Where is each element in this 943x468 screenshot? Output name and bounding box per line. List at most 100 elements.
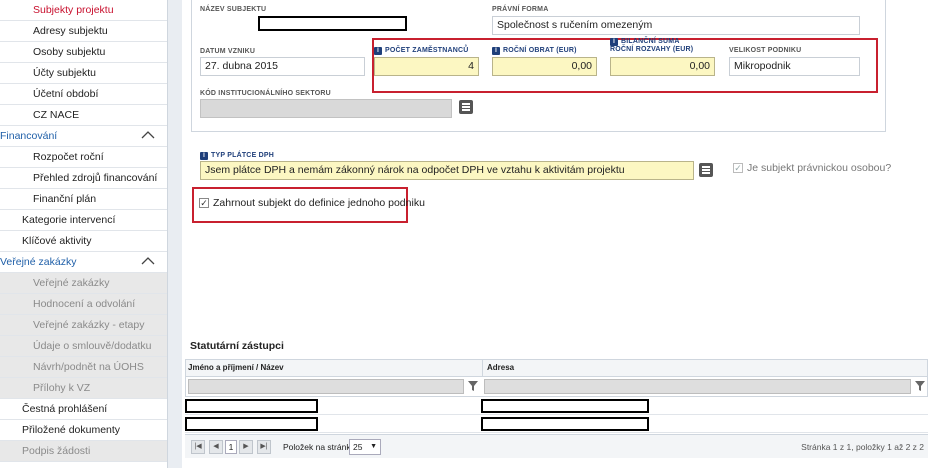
- table-row[interactable]: [185, 397, 928, 415]
- pager-summary: Stránka 1 z 1, položky 1 až 2 z 2: [801, 442, 924, 452]
- chevron-up-icon[interactable]: [141, 128, 155, 142]
- info-icon: i: [200, 152, 208, 160]
- sidebar-item-label: Kategorie intervencí: [22, 214, 116, 226]
- bilancni-label-line1: BILANČNÍ SUMA: [621, 38, 680, 45]
- sidebar-item-label: Návrh/podnět na ÚOHS: [33, 361, 144, 373]
- sidebar-item-5[interactable]: CZ NACE: [0, 105, 167, 126]
- sidebar-item-17: Návrh/podnět na ÚOHS: [0, 357, 167, 378]
- column-header-address[interactable]: Adresa: [482, 360, 514, 376]
- sidebar-item-12[interactable]: Veřejné zakázky: [0, 252, 167, 273]
- pravni-forma-field[interactable]: Společnost s ručením omezeným: [492, 16, 860, 35]
- sidebar-item-11[interactable]: Klíčové aktivity: [0, 231, 167, 252]
- sidebar-item-15: Veřejné zakázky - etapy: [0, 315, 167, 336]
- pager: |◀ ◀ 1 ▶ ▶| Položek na stránku 25 ▼ Strán…: [185, 434, 928, 458]
- sidebar-item-label: Financování: [0, 130, 58, 142]
- sidebar-item-label: Přiložené dokumenty: [22, 424, 121, 436]
- sidebar-item-label: Přehled zdrojů financování: [33, 172, 158, 184]
- kod-field: [200, 99, 452, 118]
- sidebar-item-label: Subjekty projektu: [33, 4, 114, 16]
- last-page-button[interactable]: ▶|: [257, 440, 271, 454]
- sidebar-item-7[interactable]: Rozpočet roční: [0, 147, 167, 168]
- page-size-value: 25: [353, 442, 363, 452]
- prev-page-button[interactable]: ◀: [209, 440, 223, 454]
- typ-dph-label-text: TYP PLÁTCE DPH: [211, 152, 274, 159]
- info-icon: i: [374, 47, 382, 55]
- funnel-icon[interactable]: [468, 381, 478, 391]
- sidebar: Subjekty projektu Adresy subjektu Osoby su…: [0, 0, 168, 468]
- sidebar-item-label: Rozpočet roční: [33, 151, 104, 163]
- next-page-button[interactable]: ▶: [239, 440, 253, 454]
- zahrnout-checkbox[interactable]: ✓: [199, 198, 209, 208]
- redacted-address: [481, 399, 649, 413]
- chevron-up-icon[interactable]: [141, 254, 155, 268]
- sidebar-item-10[interactable]: Kategorie intervencí: [0, 210, 167, 231]
- filter-row: [185, 377, 928, 397]
- column-header-name[interactable]: Jméno a příjmení / Název: [186, 360, 284, 376]
- pravnicka-label: Je subjekt právnickou osobou?: [747, 162, 892, 174]
- pocet-field[interactable]: 4: [374, 57, 479, 76]
- velikost-field: Mikropodnik: [729, 57, 860, 76]
- sidebar-item-8[interactable]: Přehled zdrojů financování: [0, 168, 167, 189]
- sidebar-item-14: Hodnocení a odvolání: [0, 294, 167, 315]
- kod-label: KÓD INSTITUCIONÁLNÍHO SEKTORU: [200, 90, 331, 97]
- table-header: Jméno a příjmení / Název Adresa: [185, 359, 928, 377]
- subject-panel: NÁZEV SUBJEKTU PRÁVNÍ FORMA Společnost s…: [191, 0, 886, 132]
- pravnicka-checkbox: ✓: [733, 163, 743, 173]
- page-size-label: Položek na stránku: [283, 442, 356, 452]
- obrat-label-text: ROČNÍ OBRAT (EUR): [503, 47, 577, 54]
- velikost-label: VELIKOST PODNIKU: [729, 47, 802, 54]
- sidebar-item-label: Klíčové aktivity: [22, 235, 92, 247]
- sidebar-item-0[interactable]: Subjekty projektu: [0, 0, 167, 21]
- sidebar-item-18: Přílohy k VZ: [0, 378, 167, 399]
- sidebar-item-9[interactable]: Finanční plán: [0, 189, 167, 210]
- sidebar-item-label: Údaje o smlouvě/dodatku: [33, 340, 152, 352]
- nazev-redacted-field[interactable]: [258, 16, 407, 31]
- bilancni-field[interactable]: 0,00: [610, 57, 715, 76]
- first-page-button[interactable]: |◀: [191, 440, 205, 454]
- sidebar-item-label: Přílohy k VZ: [33, 382, 91, 394]
- datum-field[interactable]: 27. dubna 2015: [200, 57, 365, 76]
- list-icon[interactable]: [699, 163, 713, 177]
- info-icon: i: [492, 47, 500, 55]
- obrat-field[interactable]: 0,00: [492, 57, 597, 76]
- sidebar-item-label: Veřejné zakázky: [0, 256, 77, 268]
- sidebar-item-4[interactable]: Účetní období: [0, 84, 167, 105]
- obrat-label: i ROČNÍ OBRAT (EUR): [492, 47, 577, 55]
- sidebar-item-label: Hodnocení a odvolání: [33, 298, 136, 310]
- sidebar-item-3[interactable]: Účty subjektu: [0, 63, 167, 84]
- bilancni-label-line2: ROČNÍ ROZVAHY (EUR): [610, 46, 694, 53]
- sidebar-item-label: Veřejné zakázky - etapy: [33, 319, 145, 331]
- sidebar-item-2[interactable]: Osoby subjektu: [0, 42, 167, 63]
- sidebar-item-16: Údaje o smlouvě/dodatku: [0, 336, 167, 357]
- sidebar-item-13: Veřejné zakázky: [0, 273, 167, 294]
- sidebar-item-21: Podpis žádosti: [0, 441, 167, 462]
- pocet-label: i POČET ZAMĚSTNANCŮ: [374, 47, 469, 55]
- nazev-label: NÁZEV SUBJEKTU: [200, 6, 267, 13]
- redacted-name: [185, 417, 318, 431]
- table-row[interactable]: [185, 415, 928, 433]
- filter-address-input[interactable]: [484, 379, 911, 394]
- sidebar-item-label: Podpis žádosti: [22, 445, 91, 457]
- sidebar-item-1[interactable]: Adresy subjektu: [0, 21, 167, 42]
- info-icon: i: [610, 38, 618, 46]
- main-content: NÁZEV SUBJEKTU PRÁVNÍ FORMA Společnost s…: [182, 0, 943, 468]
- sidebar-item-label: CZ NACE: [33, 109, 80, 121]
- funnel-icon[interactable]: [915, 381, 925, 391]
- sidebar-item-19[interactable]: Čestná prohlášení: [0, 399, 167, 420]
- pocet-label-text: POČET ZAMĚSTNANCŮ: [385, 47, 469, 54]
- redacted-name: [185, 399, 318, 413]
- sidebar-item-6[interactable]: Financování: [0, 126, 167, 147]
- typ-dph-label: i TYP PLÁTCE DPH: [200, 152, 274, 160]
- list-icon[interactable]: [459, 100, 473, 114]
- page-number-input[interactable]: 1: [225, 440, 237, 454]
- page-size-select[interactable]: 25 ▼: [349, 439, 381, 455]
- sidebar-item-label: Osoby subjektu: [33, 46, 106, 58]
- filter-name-input[interactable]: [188, 379, 464, 394]
- sidebar-item-label: Adresy subjektu: [33, 25, 108, 37]
- sidebar-item-label: Čestná prohlášení: [22, 403, 108, 415]
- bilancni-label: i BILANČNÍ SUMA ROČNÍ ROZVAHY (EUR): [610, 38, 693, 54]
- typ-dph-field[interactable]: Jsem plátce DPH a nemám zákonný nárok na…: [200, 161, 694, 180]
- sidebar-item-label: Účetní období: [33, 88, 99, 100]
- sidebar-item-20[interactable]: Přiložené dokumenty: [0, 420, 167, 441]
- sidebar-item-label: Finanční plán: [33, 193, 97, 205]
